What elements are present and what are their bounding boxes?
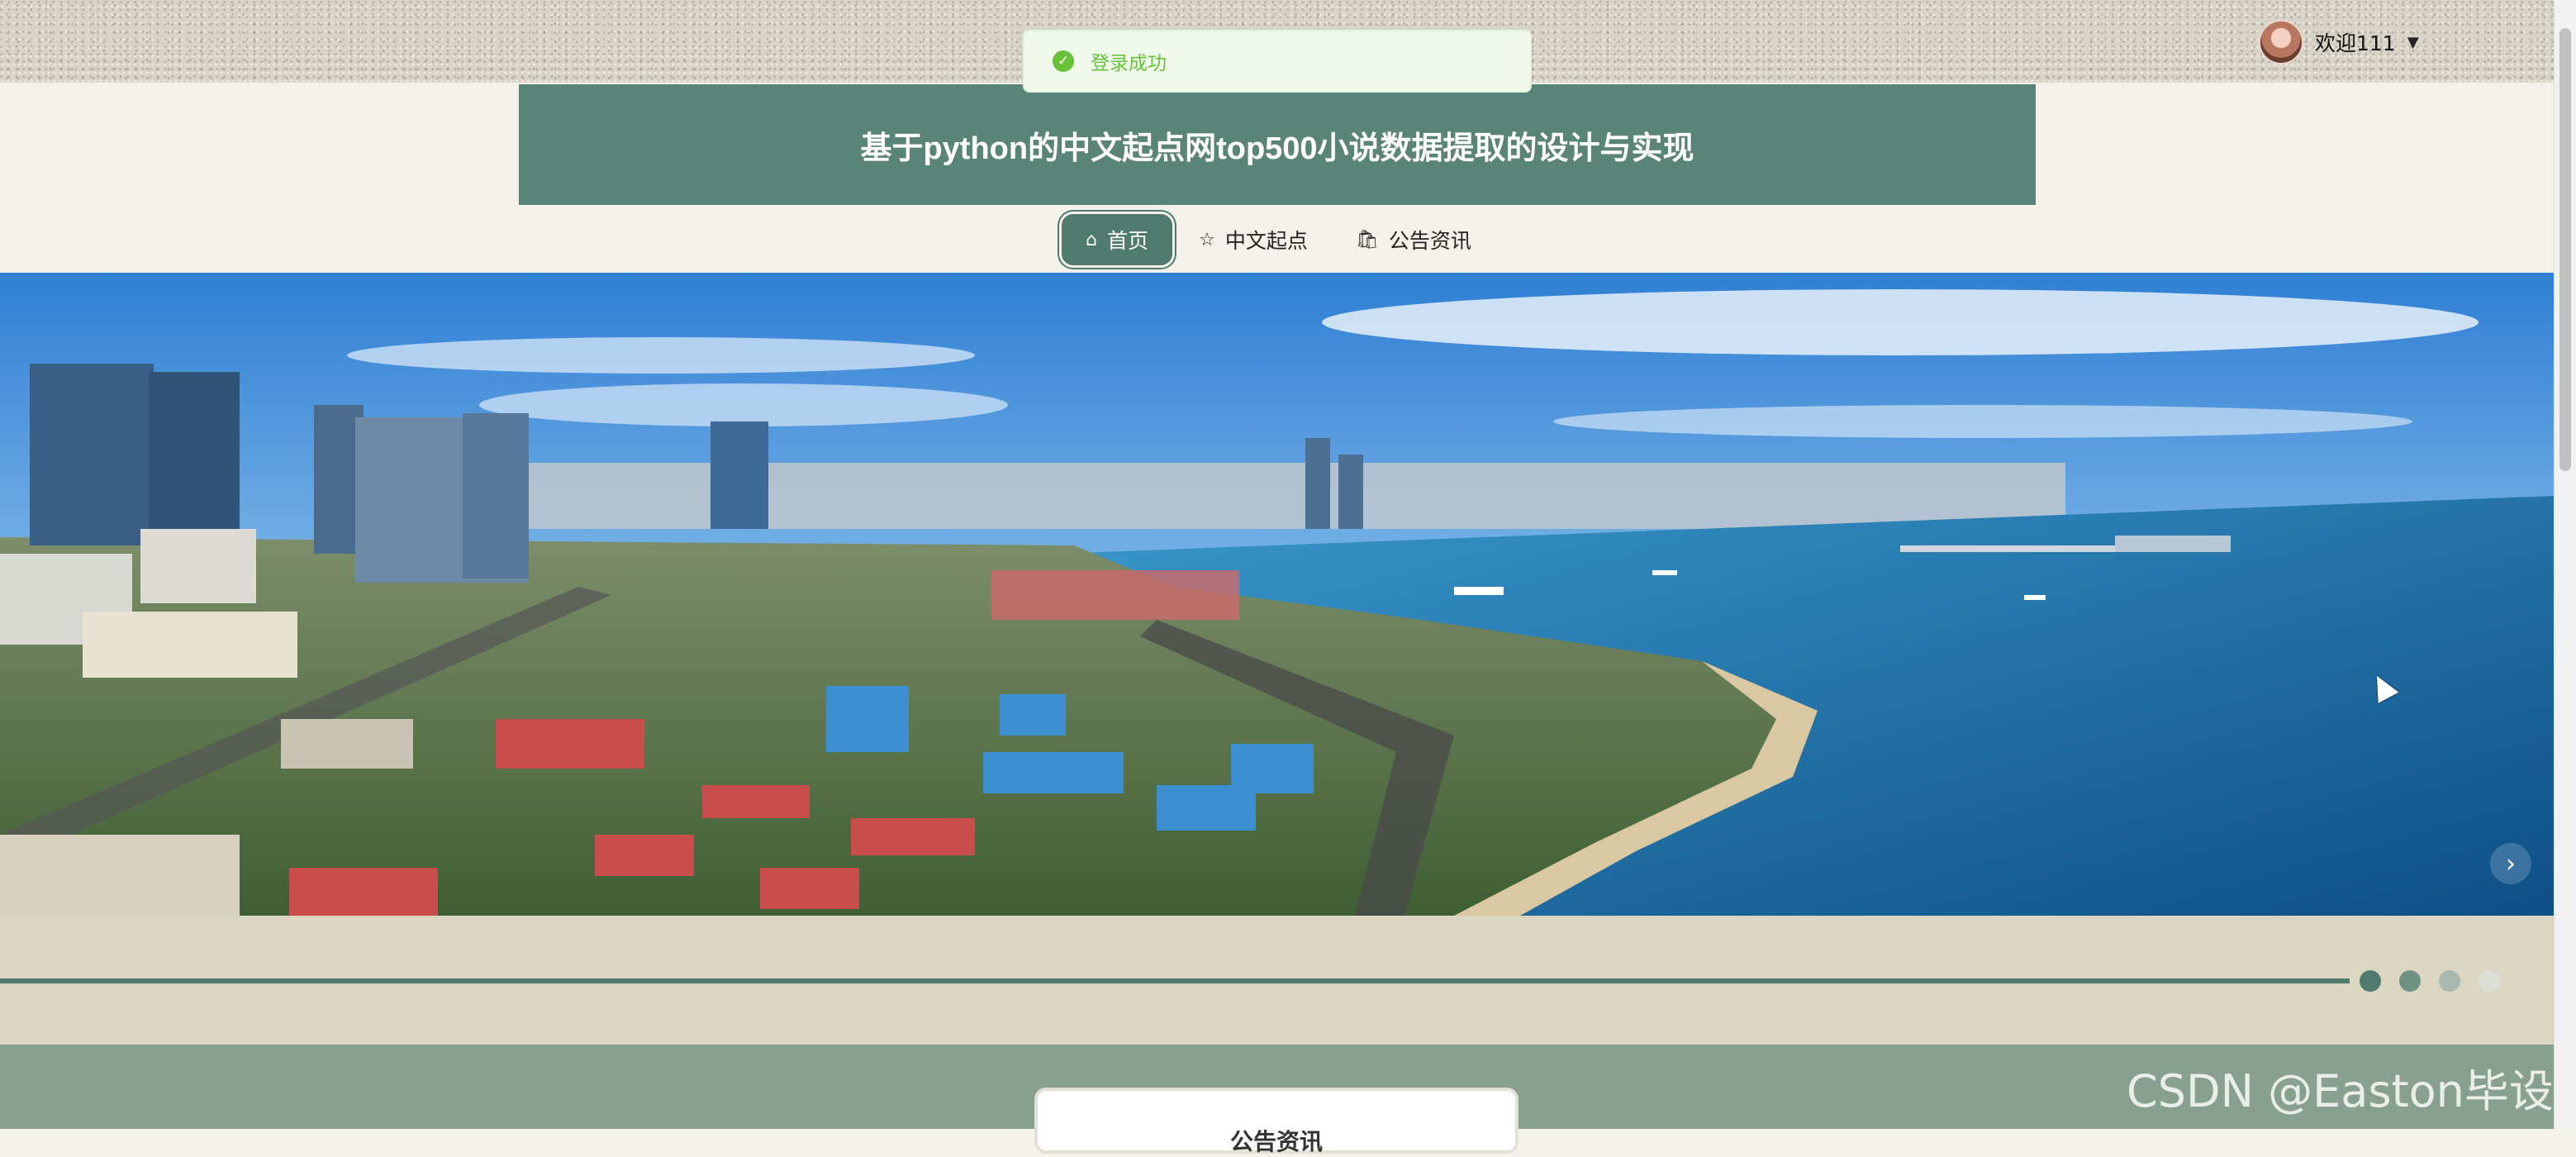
toast-message: 登录成功 <box>1091 53 1167 74</box>
dot[interactable] <box>2360 970 2381 992</box>
section-card: 公告资讯 <box>1034 1088 1519 1155</box>
banner-carousel[interactable]: › <box>0 273 2555 916</box>
chevron-down-icon[interactable]: ▼ <box>2407 34 2419 51</box>
nav-news-label: 公告资讯 <box>1388 229 1471 253</box>
section-progress-line <box>0 978 2350 983</box>
bag-icon: 🛍 <box>1355 229 1379 250</box>
avatar[interactable] <box>2259 20 2303 64</box>
title-bar: 基于python的中文起点网top500小说数据提取的设计与实现 <box>519 84 2036 205</box>
username[interactable]: 欢迎111 <box>2315 27 2396 57</box>
dot[interactable] <box>2399 970 2421 992</box>
main-nav: ⌂ 首页 ☆ 中文起点 🛍 公告资讯 <box>0 207 2555 273</box>
nav-news[interactable]: 🛍 公告资讯 <box>1334 214 1493 265</box>
section-dots <box>2360 970 2500 992</box>
home-icon: ⌂ <box>1086 229 1098 250</box>
nav-home[interactable]: ⌂ 首页 <box>1062 214 1173 265</box>
nav-qidian-label: 中文起点 <box>1224 229 1308 253</box>
login-success-toast: ✓ 登录成功 <box>1023 30 1532 93</box>
dot[interactable] <box>2439 970 2460 992</box>
star-icon: ☆ <box>1199 229 1215 250</box>
page-scrollbar[interactable] <box>2554 0 2576 1129</box>
city-coast-image <box>0 273 2555 916</box>
site-title: 基于python的中文起点网top500小说数据提取的设计与实现 <box>860 131 1694 166</box>
section-title: 公告资讯 <box>1229 1128 1323 1155</box>
nav-qidian[interactable]: ☆ 中文起点 <box>1177 214 1329 265</box>
carousel-next-button[interactable]: › <box>2490 843 2531 884</box>
scrollbar-thumb[interactable] <box>2559 28 2571 471</box>
user-menu[interactable]: 欢迎111 ▼ <box>2259 20 2419 64</box>
dot[interactable] <box>2479 970 2500 992</box>
check-circle-icon: ✓ <box>1053 50 1074 72</box>
watermark: CSDN @Easton毕设 <box>2127 1065 2554 1117</box>
nav-home-label: 首页 <box>1107 229 1149 253</box>
